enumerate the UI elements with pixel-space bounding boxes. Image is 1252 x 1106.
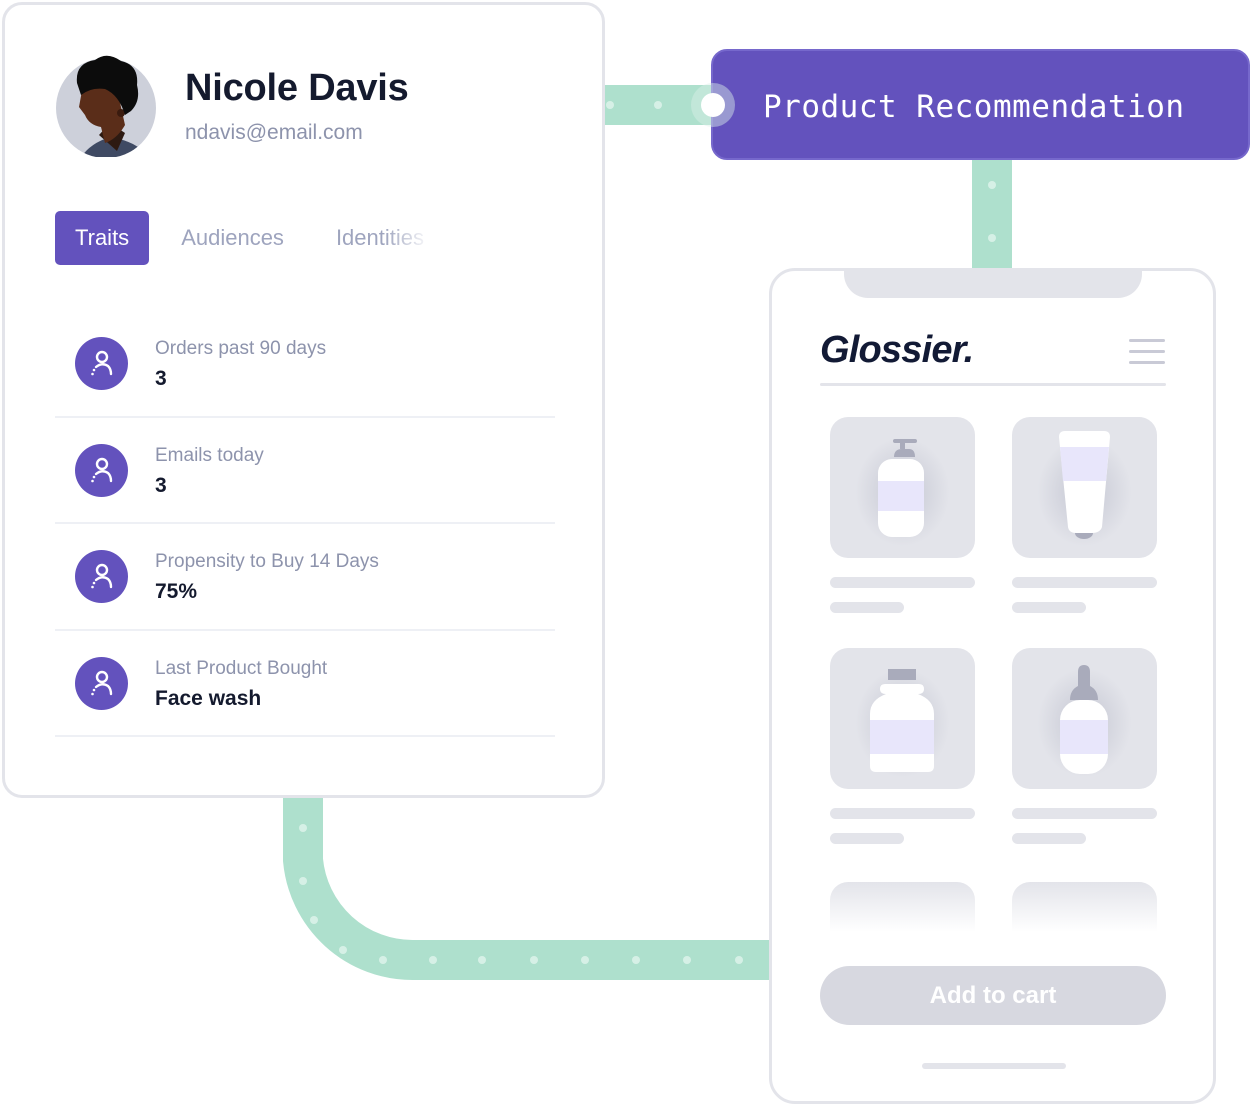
trait-label: Propensity to Buy 14 Days <box>155 551 379 572</box>
user-icon <box>75 656 128 710</box>
user-icon <box>75 337 128 390</box>
user-email: ndavis@email.com <box>185 121 363 144</box>
product-card[interactable] <box>1012 417 1157 613</box>
home-indicator <box>922 1063 1066 1069</box>
trait-label: Orders past 90 days <box>155 338 327 359</box>
tab-identities[interactable]: Identities <box>336 225 424 251</box>
brand-logo[interactable]: Glossier. <box>820 329 974 372</box>
product-image[interactable] <box>830 648 975 789</box>
hamburger-menu-icon[interactable] <box>1129 339 1165 372</box>
trait-value: 3 <box>155 473 167 497</box>
connector-node-to-phone <box>972 158 1012 273</box>
product-price-placeholder <box>1012 602 1086 613</box>
pump-bottle-icon <box>878 439 924 537</box>
add-to-cart-button[interactable]: Add to cart <box>820 966 1166 1025</box>
connector-dot <box>988 181 996 189</box>
phone-notch <box>844 271 1142 298</box>
product-title-placeholder <box>830 577 975 588</box>
trait-row: Propensity to Buy 14 Days 75% <box>55 524 555 631</box>
product-title-placeholder <box>830 808 975 819</box>
trait-label: Last Product Bought <box>155 657 328 679</box>
product-card[interactable] <box>830 417 975 613</box>
connector-profile-to-phone <box>283 790 783 981</box>
product-placeholder-faded <box>1012 882 1157 932</box>
connector-dot <box>654 101 662 109</box>
phone-mockup: Glossier. Add to cart <box>769 268 1216 1104</box>
product-title-placeholder <box>1012 808 1157 819</box>
product-price-placeholder <box>1012 833 1086 844</box>
trait-value: Face wash <box>155 686 262 710</box>
user-icon <box>75 443 128 497</box>
person-avatar-illustration-icon <box>56 55 156 158</box>
header-divider <box>820 383 1166 386</box>
jar-bottle-icon <box>870 669 934 772</box>
profile-tabs: Traits Audiences Identities <box>55 211 476 265</box>
product-placeholder-faded <box>830 882 975 932</box>
connector-dot <box>988 234 996 242</box>
tab-traits[interactable]: Traits <box>55 211 150 265</box>
product-card[interactable] <box>830 648 975 844</box>
trait-label: Emails today <box>155 444 264 466</box>
trait-row: Orders past 90 days 3 <box>55 311 555 418</box>
trait-row: Last Product Bought Face wash <box>55 631 555 737</box>
tube-icon <box>1059 431 1110 539</box>
user-icon <box>75 550 128 603</box>
trait-value: 75% <box>155 580 198 603</box>
product-price-placeholder <box>830 833 904 844</box>
user-name: Nicole Davis <box>185 67 409 109</box>
tab-audiences[interactable]: Audiences <box>181 225 284 251</box>
dropper-bottle-icon <box>1060 665 1108 774</box>
traits-list: Orders past 90 days 3 Emails today 3 Pro… <box>55 311 555 737</box>
trait-value: 3 <box>155 367 167 390</box>
product-title-placeholder <box>1012 577 1157 588</box>
product-image[interactable] <box>1012 417 1157 558</box>
product-recommendation-node[interactable]: Product Recommendation <box>691 49 1250 160</box>
product-image[interactable] <box>830 417 975 558</box>
node-title: Product Recommendation <box>763 89 1185 125</box>
connector-dot <box>606 101 614 109</box>
trait-row: Emails today 3 <box>55 418 555 524</box>
input-port[interactable] <box>701 93 725 117</box>
avatar <box>55 55 157 158</box>
product-price-placeholder <box>830 602 904 613</box>
product-card[interactable] <box>1012 648 1157 844</box>
product-image[interactable] <box>1012 648 1157 789</box>
profile-card: Nicole Davis ndavis@email.com Traits Aud… <box>2 2 605 798</box>
